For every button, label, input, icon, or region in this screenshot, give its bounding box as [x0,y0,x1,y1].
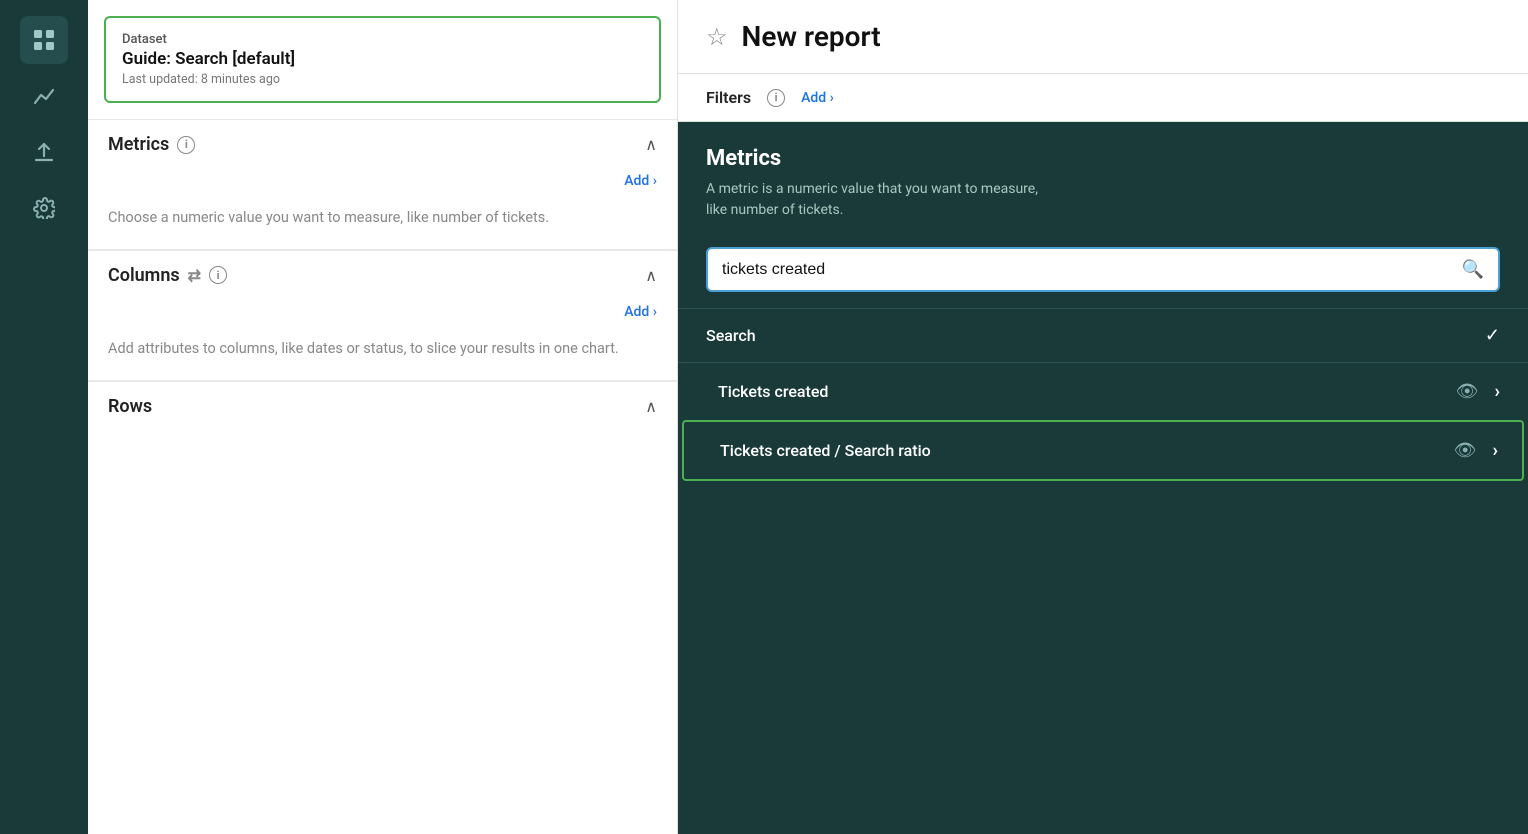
metrics-panel-header: Metrics A metric is a numeric value that… [678,122,1528,231]
report-header: ☆ New report [678,0,1528,74]
result-item-search-ratio[interactable]: Tickets created / Search ratio 👁 › [682,420,1524,481]
metrics-title-text: Metrics [108,134,169,155]
columns-arrows-icon: ⇄ [188,266,201,285]
metrics-add-link[interactable]: Add › [88,169,677,199]
metrics-info-icon[interactable]: i [177,136,195,154]
search-input[interactable] [722,261,1452,279]
columns-add-link[interactable]: Add › [88,300,677,330]
sidebar-icon-settings[interactable] [20,184,68,232]
filters-info-icon[interactable]: i [767,89,785,107]
columns-section-body: Add attributes to columns, like dates or… [88,330,677,380]
rows-chevron-icon[interactable]: ∧ [645,397,657,416]
filters-add-link[interactable]: Add › [801,90,834,106]
rows-title-text: Rows [108,396,152,417]
result-item-tickets-created[interactable]: Tickets created 👁 › [678,362,1528,420]
dataset-updated: Last updated: 8 minutes ago [122,72,643,87]
columns-title: Columns ⇄ i [108,265,227,286]
columns-title-text: Columns [108,265,180,286]
filters-label: Filters [706,88,751,107]
search-section-label: Search [706,326,756,345]
columns-info-icon[interactable]: i [209,266,227,284]
dataset-box[interactable]: Dataset Guide: Search [default] Last upd… [104,16,661,103]
right-panel: ☆ New report Filters i Add › Metrics A m… [678,0,1528,834]
dataset-name: Guide: Search [default] [122,49,643,69]
metrics-panel-desc: A metric is a numeric value that you wan… [706,179,1500,221]
result-item-search-ratio-actions: 👁 › [1454,440,1498,461]
star-icon[interactable]: ☆ [706,23,728,51]
columns-chevron-icon[interactable]: ∧ [645,266,657,285]
eye-icon-search-ratio[interactable]: 👁 [1454,440,1477,461]
metrics-chevron-icon[interactable]: ∧ [645,135,657,154]
metrics-title: Metrics i [108,134,195,155]
result-item-search-ratio-label: Tickets created / Search ratio [720,441,931,460]
search-dropdown-section[interactable]: Search ✓ [678,308,1528,362]
eye-icon-tickets-created[interactable]: 👁 [1456,381,1479,402]
metrics-dropdown-panel: Metrics A metric is a numeric value that… [678,122,1528,834]
sidebar-icon-chart[interactable] [20,72,68,120]
search-chevron-down-icon: ✓ [1485,325,1500,346]
report-title: New report [742,20,881,53]
result-item-tickets-created-actions: 👁 › [1456,381,1500,402]
metrics-panel-title: Metrics [706,146,1500,171]
arrow-right-tickets-created[interactable]: › [1495,381,1500,402]
rows-title: Rows [108,396,152,417]
search-box-wrapper: 🔍 [678,231,1528,308]
filters-bar: Filters i Add › [678,74,1528,122]
sidebar-icon-upload[interactable] [20,128,68,176]
sidebar [0,0,88,834]
rows-section-header[interactable]: Rows ∧ [88,381,677,431]
arrow-right-search-ratio[interactable]: › [1493,440,1498,461]
search-box: 🔍 [706,247,1500,292]
metrics-section-header: Metrics i ∧ [88,119,677,169]
left-panel: Dataset Guide: Search [default] Last upd… [88,0,678,834]
sidebar-icon-grid[interactable] [20,16,68,64]
result-item-tickets-created-label: Tickets created [718,382,828,401]
dataset-label: Dataset [122,32,643,47]
search-magnifier-icon: 🔍 [1462,259,1484,280]
metrics-section-body: Choose a numeric value you want to measu… [88,199,677,249]
columns-section-header: Columns ⇄ i ∧ [88,250,677,300]
